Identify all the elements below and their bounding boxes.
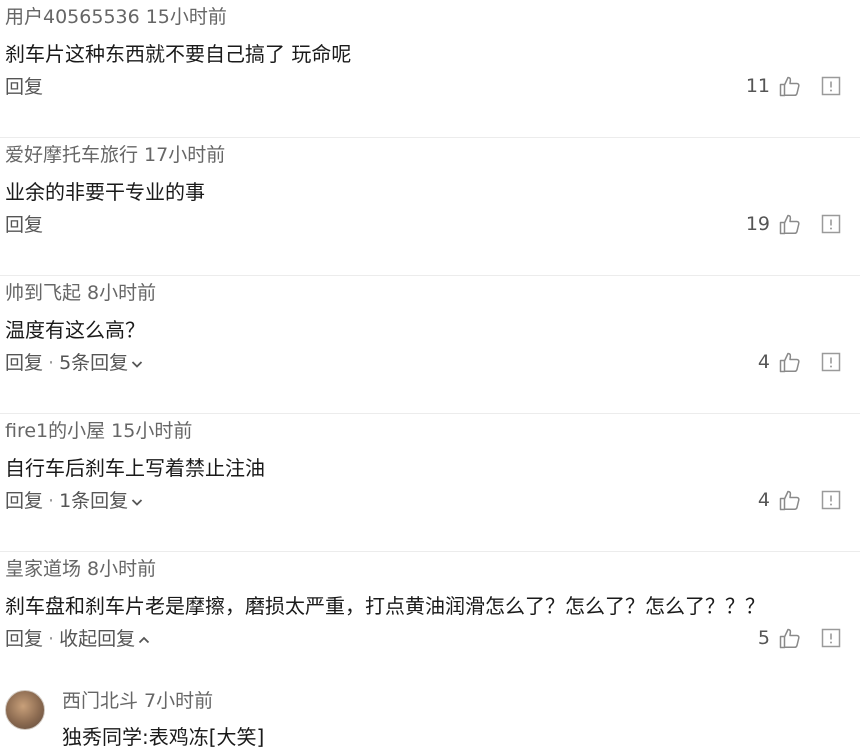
report-icon[interactable] <box>820 213 842 235</box>
report-icon[interactable] <box>820 489 842 511</box>
report-icon[interactable] <box>820 627 842 649</box>
report-icon[interactable] <box>820 351 842 373</box>
comment-text: 刹车片这种东西就不要自己搞了 玩命呢 <box>5 42 352 66</box>
timestamp: 17小时前 <box>144 144 226 166</box>
report-icon[interactable] <box>820 75 842 97</box>
chevron-up-icon <box>138 636 150 643</box>
comment-actions: 回复 · 1条回复 <box>5 490 144 512</box>
thumbs-up-icon[interactable] <box>778 74 802 98</box>
chevron-down-icon <box>132 360 143 368</box>
comment-stats: 4 <box>746 350 842 374</box>
avatar[interactable] <box>5 690 45 730</box>
like-count: 5 <box>757 627 770 649</box>
reply-button[interactable]: 回复 <box>5 352 43 374</box>
username[interactable]: 爱好摩托车旅行 <box>5 144 138 166</box>
reply-button[interactable]: 回复 <box>5 628 43 650</box>
comment-meta: fire1的小屋 15小时前 <box>5 420 192 442</box>
collapse-replies-button[interactable]: 收起回复 <box>59 628 151 650</box>
comment-meta: 皇家道场 8小时前 <box>5 558 156 580</box>
separator: · <box>48 490 55 512</box>
username[interactable]: 帅到飞起 <box>5 282 81 304</box>
reply-button[interactable]: 回复 <box>5 76 43 98</box>
comment-item: 帅到飞起 8小时前 温度有这么高？ 回复 · 5条回复 4 <box>0 276 860 414</box>
reply-meta: 西门北斗 7小时前 <box>62 690 213 712</box>
thumbs-up-icon[interactable] <box>778 212 802 236</box>
thumbs-up-icon[interactable] <box>778 350 802 374</box>
username[interactable]: 西门北斗 <box>62 690 138 712</box>
separator: · <box>48 352 55 374</box>
like-count: 4 <box>757 489 770 511</box>
comment-stats: 11 <box>746 74 842 98</box>
nested-reply: 西门北斗 7小时前 独秀同学:表鸡冻[大笑] <box>0 690 860 755</box>
thumbs-up-icon[interactable] <box>778 488 802 512</box>
comment-actions: 回复 <box>5 214 43 236</box>
username[interactable]: 用户40565536 <box>5 6 140 28</box>
username[interactable]: fire1的小屋 <box>5 420 105 442</box>
comment-meta: 帅到飞起 8小时前 <box>5 282 156 304</box>
comment-feed: 用户40565536 15小时前 刹车片这种东西就不要自己搞了 玩命呢 回复 11… <box>0 0 860 755</box>
comment-text: 自行车后刹车上写着禁止注油 <box>5 456 265 480</box>
comment-item: 用户40565536 15小时前 刹车片这种东西就不要自己搞了 玩命呢 回复 11 <box>0 0 860 138</box>
expand-replies-button[interactable]: 1条回复 <box>59 490 144 512</box>
comment-text: 温度有这么高？ <box>5 318 145 342</box>
comment-actions: 回复 · 收起回复 <box>5 628 151 650</box>
reply-button[interactable]: 回复 <box>5 490 43 512</box>
like-count: 19 <box>745 213 770 235</box>
comment-text: 刹车盘和刹车片老是摩擦，磨损太严重，打点黄油润滑怎么了？怎么了？怎么了？？？ <box>5 594 765 618</box>
like-count: 4 <box>757 351 770 373</box>
like-count: 11 <box>745 75 770 97</box>
timestamp: 8小时前 <box>87 282 157 304</box>
comment-meta: 用户40565536 15小时前 <box>5 6 227 28</box>
separator: · <box>48 628 55 650</box>
reply-button[interactable]: 回复 <box>5 214 43 236</box>
replies-count-label: 5条回复 <box>59 352 129 374</box>
timestamp: 15小时前 <box>111 420 193 442</box>
timestamp: 15小时前 <box>145 6 227 28</box>
comment-text: 业余的非要干专业的事 <box>5 180 205 204</box>
replies-count-label: 1条回复 <box>59 490 129 512</box>
timestamp: 7小时前 <box>144 690 214 712</box>
reply-text: 独秀同学:表鸡冻[大笑] <box>62 725 265 749</box>
comment-actions: 回复 · 5条回复 <box>5 352 144 374</box>
comment-stats: 19 <box>746 212 842 236</box>
collapse-replies-label: 收起回复 <box>59 628 136 650</box>
comment-meta: 爱好摩托车旅行 17小时前 <box>5 144 225 166</box>
comment-stats: 5 <box>746 626 842 650</box>
username[interactable]: 皇家道场 <box>5 558 81 580</box>
timestamp: 8小时前 <box>87 558 157 580</box>
comment-item: 爱好摩托车旅行 17小时前 业余的非要干专业的事 回复 19 <box>0 138 860 276</box>
chevron-down-icon <box>132 498 143 506</box>
thumbs-up-icon[interactable] <box>778 626 802 650</box>
expand-replies-button[interactable]: 5条回复 <box>59 352 144 374</box>
comment-actions: 回复 <box>5 76 43 98</box>
comment-stats: 4 <box>746 488 842 512</box>
comment-item: fire1的小屋 15小时前 自行车后刹车上写着禁止注油 回复 · 1条回复 4 <box>0 414 860 552</box>
comment-item: 皇家道场 8小时前 刹车盘和刹车片老是摩擦，磨损太严重，打点黄油润滑怎么了？怎么了… <box>0 552 860 690</box>
